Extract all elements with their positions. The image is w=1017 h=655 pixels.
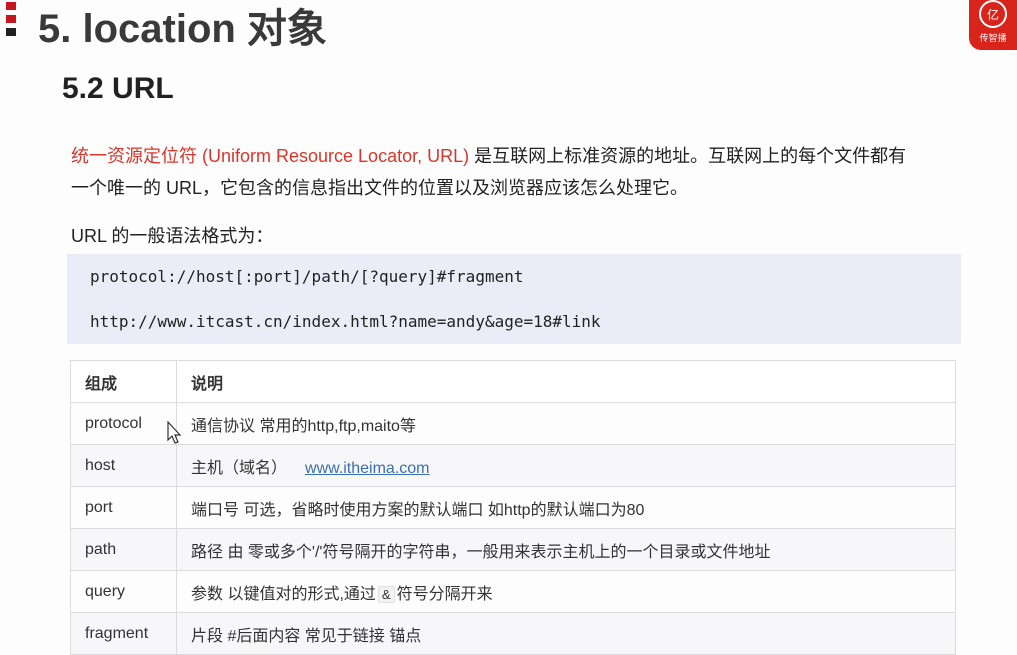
table-row: query 参数 以键值对的形式,通过 & 符号分隔开来: [70, 570, 956, 613]
logo-text: 传智播: [979, 33, 1007, 43]
table-cell-name: path: [70, 528, 177, 571]
code-block: protocol://host[:port]/path/[?query]#fra…: [67, 254, 961, 344]
table-cell-name: fragment: [70, 612, 177, 655]
table-cell-name: port: [70, 486, 177, 529]
intro-highlight: 统一资源定位符 (Uniform Resource Locator, URL): [71, 146, 470, 166]
syntax-format: protocol://host[:port]/path/[?query]#fra…: [90, 267, 524, 286]
syntax-example: http://www.itcast.cn/index.html?name=and…: [90, 312, 601, 331]
table-header-row: 组成 说明: [70, 360, 956, 403]
intro-text-2: 一个唯一的 URL，它包含的信息指出文件的位置以及浏览器应该怎么处理它。: [71, 178, 689, 198]
table-cell-name: protocol: [70, 402, 177, 445]
table-cell-desc: 片段 #后面内容 常见于链接 锚点: [176, 612, 956, 655]
intro-paragraph: 统一资源定位符 (Uniform Resource Locator, URL) …: [71, 140, 971, 204]
intro-text-1: 是互联网上标准资源的地址。互联网上的每个文件都有: [469, 146, 907, 166]
host-link[interactable]: www.itheima.com: [305, 460, 429, 477]
ampersand-code: &: [377, 585, 395, 603]
table-cell-name: host: [70, 444, 177, 487]
section-title: 5.2 URL: [62, 72, 174, 105]
table-row: path 路径 由 零或多个'/'符号隔开的字符串，一般用来表示主机上的一个目录…: [70, 528, 956, 571]
table-cell-desc: 参数 以键值对的形式,通过 & 符号分隔开来: [176, 570, 956, 613]
brand-logo: 亿 传智播: [969, 0, 1017, 50]
mouse-cursor-icon: [167, 421, 182, 444]
syntax-label: URL 的一般语法格式为：: [71, 226, 274, 246]
query-desc-before: 参数 以键值对的形式,通过: [191, 585, 376, 603]
logo-icon: 亿: [979, 0, 1007, 28]
table-cell-desc: 通信协议 常用的http,ftp,maito等: [176, 402, 956, 445]
query-desc-after: 符号分隔开来: [396, 585, 493, 603]
table-header-name: 组成: [70, 360, 177, 403]
url-components-table: 组成 说明 protocol 通信协议 常用的http,ftp,maito等 h…: [70, 360, 956, 655]
table-row: fragment 片段 #后面内容 常见于链接 锚点: [70, 612, 956, 655]
table-cell-desc: 路径 由 零或多个'/'符号隔开的字符串，一般用来表示主机上的一个目录或文件地址: [176, 528, 956, 571]
title-marker-icon: [6, 2, 16, 42]
table-row: host 主机（域名） www.itheima.com: [70, 444, 956, 487]
table-row: protocol 通信协议 常用的http,ftp,maito等: [70, 402, 956, 445]
table-cell-name: query: [70, 570, 177, 613]
table-cell-desc: 端口号 可选，省略时使用方案的默认端口 如http的默认端口为80: [176, 486, 956, 529]
table-row: port 端口号 可选，省略时使用方案的默认端口 如http的默认端口为80: [70, 486, 956, 529]
host-desc: 主机（域名）: [191, 459, 288, 477]
table-cell-desc: 主机（域名） www.itheima.com: [176, 444, 956, 487]
page-title: 5. location 对象: [38, 7, 327, 51]
table-header-desc: 说明: [176, 360, 956, 403]
